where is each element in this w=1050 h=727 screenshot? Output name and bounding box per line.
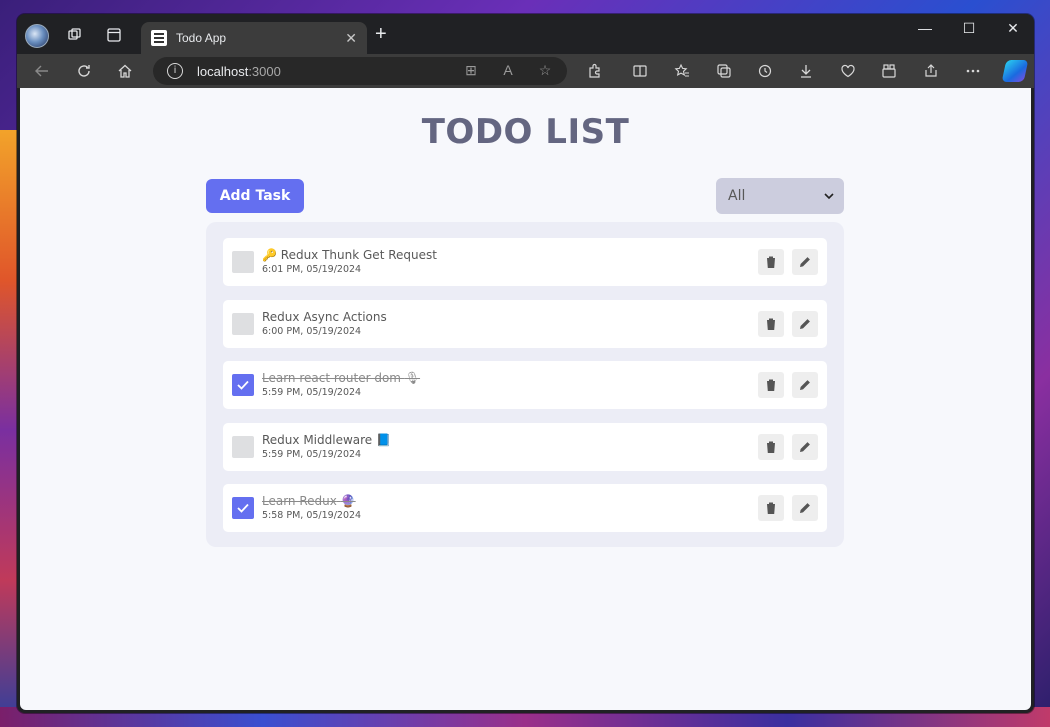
read-aloud-icon[interactable]: A: [498, 62, 518, 78]
pencil-icon: [800, 318, 810, 329]
delete-button[interactable]: [758, 433, 784, 460]
todo-title: Redux Async Actions: [262, 310, 750, 325]
todo-item: Redux Async Actions 6:00 PM, 05/19/2024: [223, 299, 827, 348]
todo-title-text: Redux Thunk Get Request: [280, 248, 437, 262]
favorite-star-icon[interactable]: ☆: [535, 62, 555, 79]
edit-button[interactable]: [792, 495, 818, 521]
url-host: localhost: [197, 63, 249, 79]
filter-select[interactable]: All: [716, 178, 844, 214]
trash-icon: [766, 256, 776, 268]
edit-button[interactable]: [792, 433, 818, 460]
app-available-icon[interactable]: ⊞: [461, 62, 481, 79]
todo-title: Learn Redux 🔮: [262, 494, 750, 509]
close-window-button[interactable]: ✕: [998, 20, 1028, 37]
pencil-icon: [800, 441, 810, 452]
favorites-icon[interactable]: [671, 60, 693, 82]
tab-actions-icon[interactable]: [103, 24, 125, 46]
tab-title: Todo App: [176, 31, 227, 45]
more-menu-icon[interactable]: [962, 60, 984, 82]
todo-title-text: Redux Async Actions: [262, 309, 387, 324]
url-text: localhost:3000: [197, 64, 281, 79]
todo-checkbox[interactable]: [232, 312, 254, 335]
todo-timestamp: 6:00 PM, 05/19/2024: [262, 325, 362, 337]
workspaces-icon[interactable]: [64, 24, 86, 46]
checkmark-icon: [237, 380, 249, 390]
todo-timestamp: 5:59 PM, 05/19/2024: [262, 387, 362, 398]
todo-item: Redux Middleware 📘 5:59 PM, 05/19/2024: [223, 422, 827, 471]
page-title: TODO LIST: [421, 112, 630, 152]
todo-timestamp: 5:58 PM, 05/19/2024: [262, 510, 362, 521]
todo-title-text: Learn react router dom: [262, 371, 401, 385]
page-content: TODO LIST Add Task All 🔑 Redux Thunk Get…: [20, 88, 1031, 710]
trash-icon: [766, 502, 776, 514]
new-tab-button[interactable]: +: [375, 24, 387, 44]
todo-title-text: Redux Middleware: [262, 432, 373, 447]
url-port: :3000: [248, 63, 281, 79]
todo-text: 🔑 Redux Thunk Get Request 6:01 PM, 05/19…: [262, 248, 750, 276]
trash-icon: [766, 379, 776, 391]
edit-button[interactable]: [792, 249, 818, 275]
delete-button[interactable]: [758, 310, 784, 337]
downloads-icon[interactable]: [795, 60, 817, 82]
todo-favicon-icon: [151, 30, 167, 46]
maximize-button[interactable]: ☐: [954, 20, 984, 37]
pencil-icon: [800, 380, 810, 390]
add-task-button[interactable]: Add Task: [206, 179, 304, 213]
pencil-icon: [800, 503, 810, 513]
todo-list: 🔑 Redux Thunk Get Request 6:01 PM, 05/19…: [206, 222, 844, 547]
todo-emoji: 📘: [376, 432, 391, 447]
site-info-icon[interactable]: i: [167, 63, 183, 79]
delete-button[interactable]: [758, 495, 784, 521]
todo-emoji: 🎙: [404, 371, 421, 385]
delete-button[interactable]: [758, 372, 784, 398]
todo-text: Redux Async Actions 6:00 PM, 05/19/2024: [262, 310, 750, 338]
todo-title: Learn react router dom 🎙: [262, 371, 750, 386]
minimize-button[interactable]: —: [910, 20, 940, 36]
share-icon[interactable]: [920, 60, 942, 82]
edit-button[interactable]: [792, 372, 818, 398]
back-arrow-icon[interactable]: [31, 60, 53, 82]
todo-checkbox[interactable]: [232, 251, 254, 273]
todo-timestamp: 5:59 PM, 05/19/2024: [262, 448, 362, 460]
todo-timestamp: 6:01 PM, 05/19/2024: [262, 264, 362, 275]
todo-text: Redux Middleware 📘 5:59 PM, 05/19/2024: [262, 433, 750, 461]
refresh-icon[interactable]: [73, 60, 95, 82]
tab-strip: Todo App ✕ + — ☐ ✕: [17, 14, 1034, 54]
profile-avatar-icon[interactable]: [25, 24, 49, 48]
browser-toolbar: i localhost:3000 ⊞ A ☆: [17, 54, 1034, 88]
todo-item: Learn react router dom 🎙 5:59 PM, 05/19/…: [223, 361, 827, 409]
todo-title: Redux Middleware 📘: [262, 433, 750, 448]
todo-text: Learn Redux 🔮 5:58 PM, 05/19/2024: [262, 494, 750, 522]
todo-item: Learn Redux 🔮 5:58 PM, 05/19/2024: [223, 484, 827, 532]
collections-icon[interactable]: [713, 60, 735, 82]
tab-todo-app[interactable]: Todo App ✕: [141, 22, 367, 54]
todo-text: Learn react router dom 🎙 5:59 PM, 05/19/…: [262, 371, 750, 399]
home-icon[interactable]: [114, 60, 136, 82]
delete-button[interactable]: [758, 249, 784, 275]
split-screen-icon[interactable]: [629, 60, 651, 82]
browser-essentials-icon[interactable]: [878, 60, 900, 82]
history-icon[interactable]: [754, 60, 776, 82]
edit-button[interactable]: [792, 310, 818, 337]
todo-item: 🔑 Redux Thunk Get Request 6:01 PM, 05/19…: [223, 238, 827, 286]
address-bar[interactable]: i localhost:3000 ⊞ A ☆: [153, 57, 567, 85]
trash-icon: [766, 318, 776, 330]
todo-checkbox[interactable]: [232, 374, 254, 396]
trash-icon: [766, 441, 776, 453]
tab-close-icon[interactable]: ✕: [345, 30, 357, 47]
chevron-down-icon: [824, 190, 834, 203]
performance-icon[interactable]: [837, 60, 859, 82]
todo-checkbox[interactable]: [232, 497, 254, 519]
checkmark-icon: [237, 503, 249, 513]
pencil-icon: [800, 257, 810, 267]
todo-title-text: Learn Redux: [262, 494, 337, 508]
extensions-icon[interactable]: [584, 60, 606, 82]
todo-checkbox[interactable]: [232, 435, 254, 458]
filter-selected-value: All: [728, 188, 746, 204]
todo-emoji: 🔮: [340, 494, 356, 508]
todo-emoji: 🔑: [262, 248, 277, 262]
todo-title: 🔑 Redux Thunk Get Request: [262, 248, 750, 263]
copilot-icon[interactable]: [1001, 60, 1029, 82]
browser-window: Todo App ✕ + — ☐ ✕ i localhost:3000 ⊞ A …: [17, 14, 1034, 713]
